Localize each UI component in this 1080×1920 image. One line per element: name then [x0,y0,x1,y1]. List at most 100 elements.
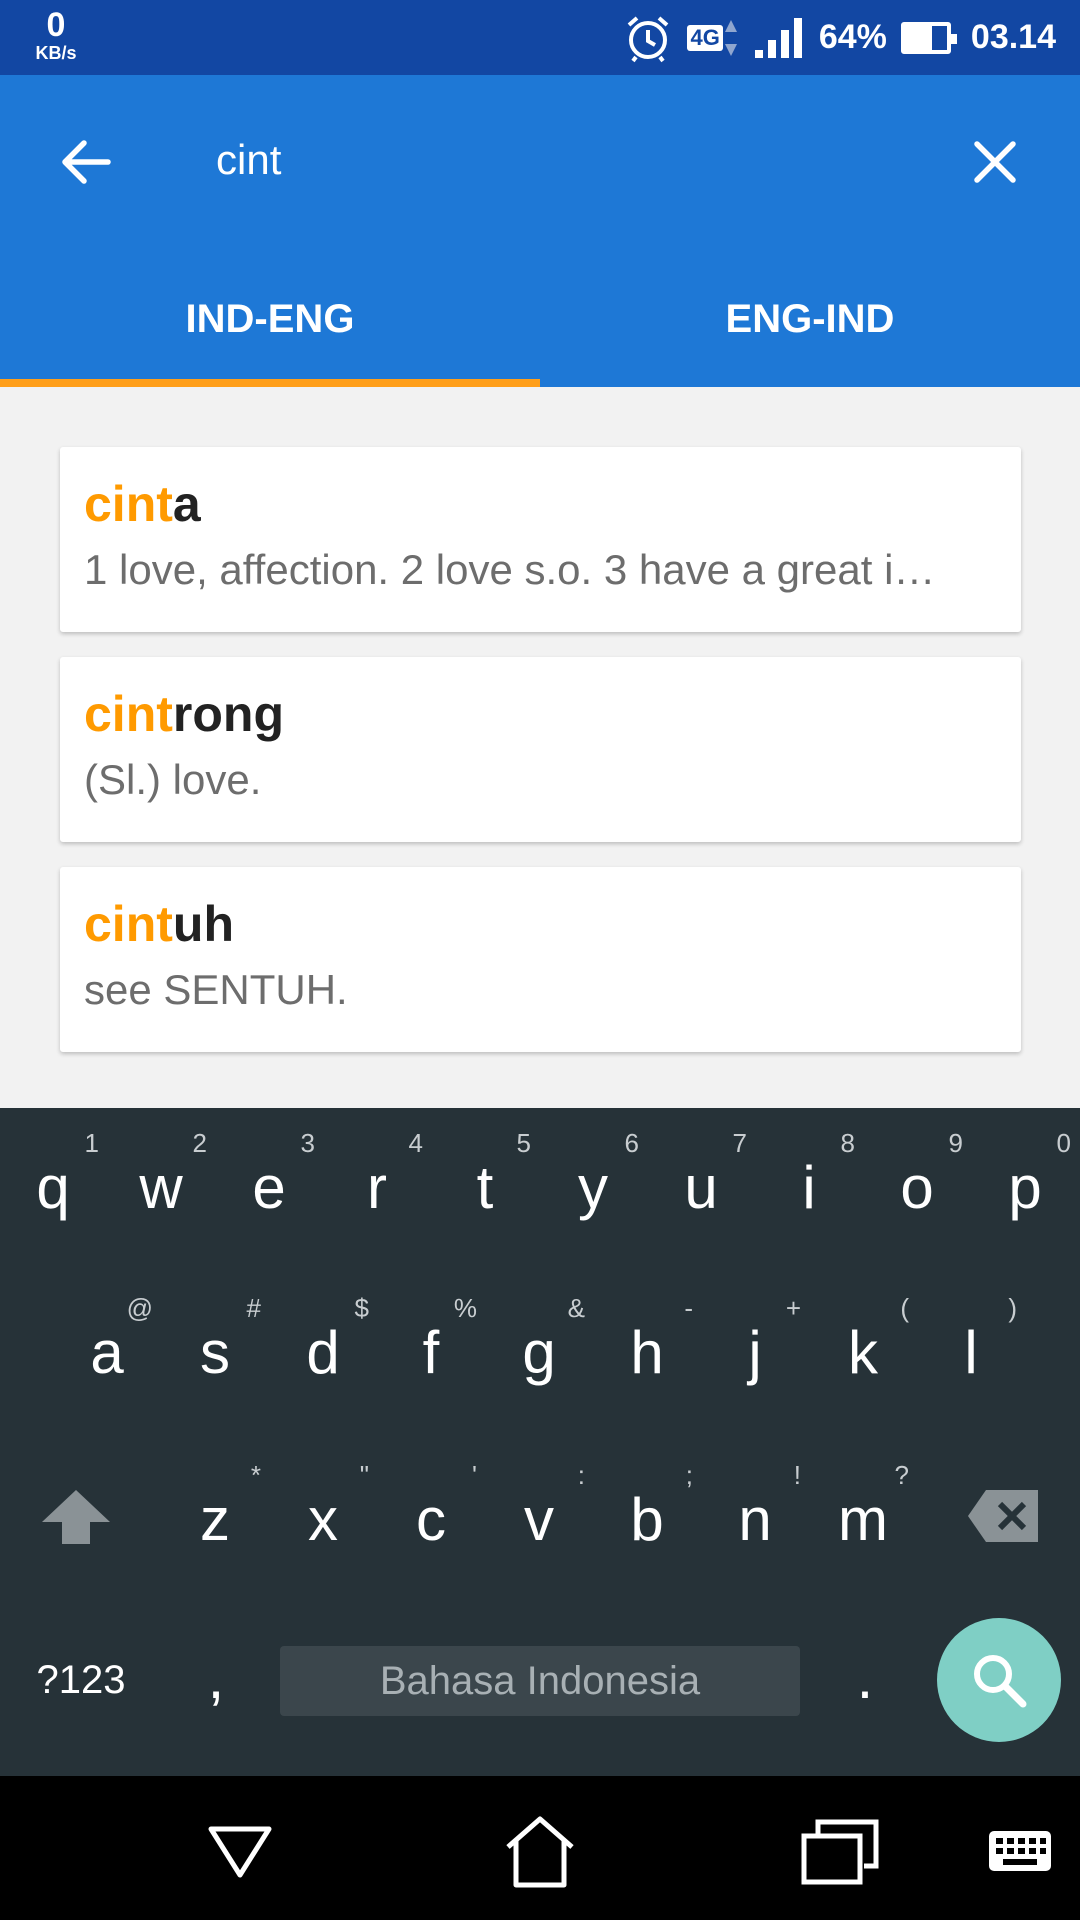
key-c[interactable]: ' c [391,1460,477,1560]
key-u[interactable]: 7u [661,1128,747,1228]
app-bar: IND-ENG ENG-IND [0,75,1080,387]
key-m[interactable]: ? m [823,1460,909,1560]
backspace-key[interactable] [964,1488,1044,1548]
shift-icon [42,1490,110,1544]
key-label: i [802,1154,816,1221]
result-definition: see SENTUH. [84,966,348,1013]
key-hint: " [359,1460,369,1490]
key-hint: ( [900,1293,909,1323]
key-p[interactable]: 0p [985,1128,1071,1228]
result-item[interactable]: cintrong (Sl.) love. [60,657,1021,842]
key-label: x [308,1486,338,1553]
back-button[interactable] [50,127,120,197]
network-4g-icon: 4G [687,16,738,60]
recents-icon [801,1819,879,1885]
key-hint: ' [472,1460,477,1490]
key-label: o [900,1154,934,1221]
key-o[interactable]: 9o [877,1128,963,1228]
battery-percent: 64% [818,18,887,56]
key-label: w [139,1154,183,1221]
key-label: g [522,1319,556,1386]
tab-eng-ind[interactable]: ENG-IND [540,277,1080,387]
results-list: cinta 1 love, affection. 2 love s.o. 3 h… [60,447,1021,1077]
result-word-match: cint [84,476,173,532]
space-bar[interactable]: Bahasa Indonesia [280,1646,800,1716]
tab-bar: IND-ENG ENG-IND [0,277,1080,387]
key-t[interactable]: 5t [445,1128,531,1228]
key-s[interactable]: # s [175,1293,261,1393]
result-item[interactable]: cinta 1 love, affection. 2 love s.o. 3 h… [60,447,1021,632]
result-item[interactable]: cintuh see SENTUH. [60,867,1021,1052]
key-hint: ? [894,1460,909,1490]
key-q[interactable]: 1q [13,1128,99,1228]
key-label: s [200,1319,230,1386]
key-n[interactable]: ! n [715,1460,801,1560]
close-icon [974,141,1016,183]
key-label: n [738,1486,772,1553]
key-hint: : [577,1460,585,1490]
key-j[interactable]: + j [715,1293,801,1393]
key-i[interactable]: 8i [769,1128,855,1228]
key-label: h [630,1319,664,1386]
key-h[interactable]: -h [607,1293,693,1393]
backspace-icon [968,1490,1038,1542]
result-word-rest: uh [172,896,234,952]
key-hint: + [785,1293,801,1323]
key-z[interactable]: * z [175,1460,261,1560]
search-input[interactable] [216,125,916,195]
nav-back-button[interactable] [195,1806,285,1896]
network-type: 4G [687,24,723,51]
key-hint: ; [685,1460,693,1490]
key-hint: & [567,1293,585,1323]
key-hint: @ [126,1293,153,1323]
battery-icon [900,21,957,54]
network-speed-value: 0 [46,6,66,44]
key-hint: % [453,1293,477,1323]
search-icon [974,1655,1027,1708]
key-k[interactable]: (k [823,1293,909,1393]
key-y[interactable]: 6y [553,1128,639,1228]
result-word: cintrong [84,687,997,742]
keyboard-search-button[interactable] [937,1618,1061,1742]
key-hint: * [250,1460,261,1490]
key-b[interactable]: ; b [607,1460,693,1560]
key-hint: 0 [1056,1128,1071,1158]
shift-key[interactable] [36,1486,116,1556]
period-key[interactable]: . [845,1648,885,1708]
key-e[interactable]: 3e [229,1128,315,1228]
key-hint: 1 [84,1128,99,1158]
key-label: y [578,1154,608,1221]
tab-ind-eng[interactable]: IND-ENG [0,277,540,387]
result-definition: 1 love, affection. 2 love s.o. 3 have a … [84,546,936,593]
nav-home-button[interactable] [495,1806,585,1896]
key-label: z [200,1486,230,1553]
key-a[interactable]: @ a [67,1293,153,1393]
result-word-rest: rong [172,686,284,742]
keyboard-switch-button[interactable] [975,1806,1065,1896]
result-word-match: cint [84,686,173,742]
key-label: m [838,1486,888,1553]
result-word: cintuh [84,897,997,952]
key-hint: # [246,1293,261,1323]
key-l[interactable]: ) l [931,1293,1017,1393]
comma-key[interactable]: , [196,1648,236,1708]
clear-button[interactable] [960,127,1030,197]
key-label: v [524,1486,554,1553]
key-f[interactable]: % f [391,1293,477,1393]
key-g[interactable]: & g [499,1293,585,1393]
key-label: d [306,1319,340,1386]
key-r[interactable]: 4r [337,1128,423,1228]
clock: 03.14 [970,18,1056,56]
key-d[interactable]: $ d [283,1293,369,1393]
key-hint: 9 [948,1128,963,1158]
status-bar: 0 KB/s 4G 64% 03.14 [0,0,1080,75]
key-hint: 4 [408,1128,423,1158]
key-v[interactable]: :v [499,1460,585,1560]
symbols-key[interactable]: ?123 [26,1660,136,1700]
key-x[interactable]: " x [283,1460,369,1560]
key-label: t [476,1154,494,1221]
nav-recents-button[interactable] [795,1806,885,1896]
key-w[interactable]: 2w [121,1128,207,1228]
result-definition: (Sl.) love. [84,756,262,803]
home-icon [506,1816,574,1888]
